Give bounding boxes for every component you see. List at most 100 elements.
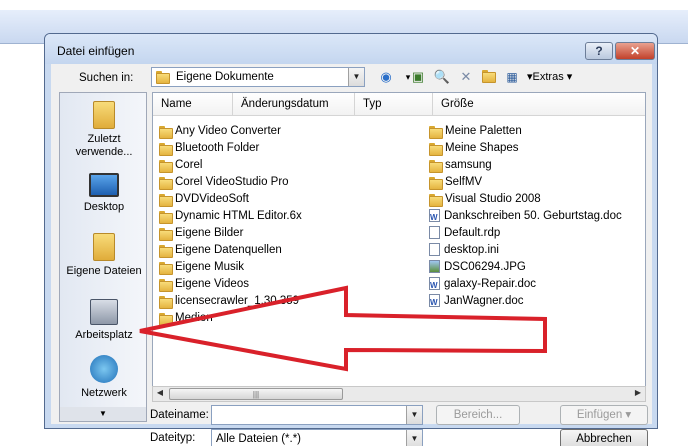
chevron-down-icon[interactable]: ▼ — [406, 406, 422, 424]
column-name[interactable]: Name — [153, 93, 233, 115]
list-item[interactable]: Dankschreiben 50. Geburtstag.doc — [429, 208, 622, 226]
scrollbar-thumb[interactable]: ||| — [169, 388, 343, 400]
list-item[interactable]: DSC06294.JPG — [429, 259, 526, 276]
scroll-right-icon[interactable]: ▶ — [631, 388, 645, 397]
filename-field[interactable]: ▼ — [211, 405, 423, 425]
filetype-select[interactable]: Alle Dateien (*.*) ▼ — [211, 429, 423, 446]
list-item[interactable]: Any Video Converter — [159, 123, 281, 140]
list-item[interactable]: licensecrawler_1.30.359 — [159, 293, 299, 310]
list-item[interactable]: DVDVideoSoft — [159, 191, 249, 208]
desktop-icon — [89, 173, 119, 197]
place-recent[interactable]: Zuletzt verwende... — [60, 101, 148, 159]
column-modified[interactable]: Änderungsdatum — [233, 93, 355, 115]
list-item[interactable]: desktop.ini — [429, 242, 499, 259]
list-item[interactable]: Visual Studio 2008 — [429, 191, 541, 208]
folder-icon — [429, 160, 443, 173]
place-network-label: Netzwerk — [81, 387, 127, 399]
column-size[interactable]: Größe — [433, 93, 645, 115]
place-documents-label: Eigene Dateien — [66, 265, 142, 277]
filetype-value: Alle Dateien (*.*) — [216, 433, 302, 445]
folder-icon — [159, 177, 173, 190]
folder-icon — [429, 194, 443, 207]
file-insert-dialog: Datei einfügen ? ✕ Suchen in: Eigene Dok… — [44, 33, 658, 446]
cancel-button[interactable]: Abbrechen — [560, 429, 648, 446]
list-item[interactable]: Bluetooth Folder — [159, 140, 259, 157]
folder-icon — [159, 126, 173, 139]
list-item[interactable]: Corel VideoStudio Pro — [159, 174, 289, 191]
folder-icon — [429, 177, 443, 190]
place-computer-label: Arbeitsplatz — [75, 329, 133, 341]
place-computer[interactable]: Arbeitsplatz — [60, 299, 148, 342]
folder-icon — [159, 143, 173, 156]
look-in-combo[interactable]: Eigene Dokumente ▼ — [151, 67, 365, 87]
folder-icon — [159, 313, 173, 326]
folder-icon — [159, 211, 173, 224]
folder-icon — [159, 194, 173, 207]
folder-icon — [159, 228, 173, 241]
search-web-icon[interactable]: 🔍 — [433, 68, 451, 86]
word-document-icon — [429, 294, 440, 311]
insert-button-label: Einfügen — [576, 409, 623, 421]
list-item[interactable]: samsung — [429, 157, 492, 174]
range-button[interactable]: Bereich... — [436, 405, 520, 425]
help-button[interactable]: ? — [585, 42, 613, 60]
image-file-icon — [429, 260, 440, 273]
folder-icon — [429, 126, 443, 139]
list-item[interactable]: JanWagner.doc — [429, 293, 523, 311]
list-item[interactable]: Meine Shapes — [429, 140, 519, 157]
filename-label: Dateiname: — [150, 409, 209, 421]
close-button[interactable]: ✕ — [615, 42, 655, 60]
column-type[interactable]: Typ — [355, 93, 433, 115]
chevron-down-icon[interactable]: ▼ — [406, 430, 422, 446]
list-item[interactable]: Medion — [159, 310, 213, 327]
back-icon[interactable]: ◉ — [377, 68, 395, 86]
place-desktop[interactable]: Desktop — [60, 173, 148, 214]
new-folder-icon[interactable] — [479, 68, 497, 86]
file-icon — [429, 243, 440, 256]
folder-icon — [159, 245, 173, 258]
list-item[interactable]: Corel — [159, 157, 202, 174]
views-icon[interactable]: ▦ — [503, 68, 521, 86]
list-item[interactable]: Meine Paletten — [429, 123, 522, 140]
list-item[interactable]: Eigene Bilder — [159, 225, 243, 242]
folder-icon — [429, 143, 443, 156]
dialog-client: Suchen in: Eigene Dokumente ▼ ◉ ▾ ▣ 🔍 ✕ … — [51, 64, 652, 446]
list-item[interactable]: Eigene Musik — [159, 259, 244, 276]
folder-icon — [159, 279, 173, 292]
documents-folder-icon — [93, 233, 115, 261]
list-item[interactable]: galaxy-Repair.doc — [429, 276, 536, 294]
extras-label: Extras — [532, 71, 564, 83]
list-item[interactable]: Eigene Videos — [159, 276, 249, 293]
look-in-value: Eigene Dokumente — [176, 71, 274, 83]
up-folder-icon[interactable]: ▣ — [409, 68, 427, 86]
header-divider — [153, 115, 645, 116]
recent-folder-icon — [93, 101, 115, 129]
computer-icon — [90, 299, 118, 325]
word-document-icon — [429, 277, 440, 294]
file-list: Name Änderungsdatum Typ Größe Any Video … — [152, 92, 646, 392]
list-item[interactable]: Default.rdp — [429, 225, 500, 242]
scroll-left-icon[interactable]: ◀ — [153, 388, 167, 397]
horizontal-scrollbar[interactable]: ◀ ||| ▶ — [152, 386, 646, 402]
network-icon — [90, 355, 118, 383]
place-desktop-label: Desktop — [83, 201, 125, 213]
list-item[interactable]: Eigene Datenquellen — [159, 242, 282, 259]
title-bar[interactable]: Datei einfügen ? ✕ — [45, 34, 657, 64]
folder-icon — [159, 296, 173, 309]
dialog-title: Datei einfügen — [57, 44, 135, 58]
chevron-down-icon[interactable]: ▼ — [348, 68, 364, 86]
insert-button[interactable]: Einfügen ▾ — [560, 405, 648, 425]
extras-menu[interactable]: ▾Extras ▾ — [527, 70, 572, 83]
list-item[interactable]: Dynamic HTML Editor.6x — [159, 208, 302, 225]
folder-icon — [159, 262, 173, 275]
folder-icon — [159, 160, 173, 173]
delete-icon[interactable]: ✕ — [457, 68, 475, 86]
places-bar: Zuletzt verwende... Desktop Eigene Datei… — [59, 92, 147, 422]
place-recent-label: Zuletzt verwende... — [75, 133, 133, 158]
look-in-label: Suchen in: — [79, 72, 134, 84]
places-scroll-down[interactable]: ▼ — [60, 407, 146, 421]
place-network[interactable]: Netzwerk — [60, 355, 148, 400]
place-documents[interactable]: Eigene Dateien — [60, 233, 148, 278]
filetype-label: Dateityp: — [150, 432, 196, 444]
list-item[interactable]: SelfMV — [429, 174, 482, 191]
